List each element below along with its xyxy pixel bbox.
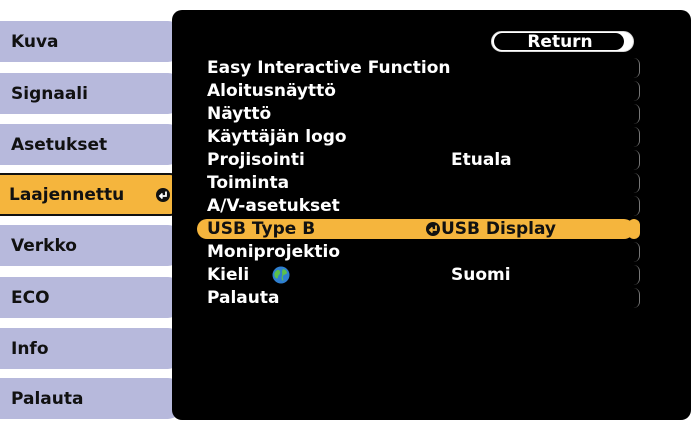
menu-item-av-asetukset[interactable]: A/V-asetukset xyxy=(197,196,640,216)
menu-item-label: Käyttäjän logo xyxy=(207,127,347,147)
tab-label: Verkko xyxy=(11,235,77,256)
enter-icon xyxy=(156,187,170,202)
menu-item-toiminta[interactable]: Toiminta xyxy=(197,173,640,193)
tab-eco[interactable]: ECO xyxy=(0,277,182,318)
menu-item-value: Etuala xyxy=(451,150,512,170)
tab-kuva[interactable]: Kuva xyxy=(0,21,182,62)
menu-item-label: Projisointi xyxy=(207,150,305,170)
menu-item-palauta[interactable]: Palauta xyxy=(197,288,640,308)
menu-item-label: Easy Interactive Function xyxy=(207,58,451,78)
tab-palauta[interactable]: Palauta xyxy=(0,378,182,419)
menu-item-label: Toiminta xyxy=(207,173,290,193)
tab-label: Kuva xyxy=(11,31,59,52)
tab-label: Palauta xyxy=(11,388,84,409)
menu-item-usb-type-b[interactable]: USB Type B USB Display xyxy=(197,219,640,239)
tab-signaali[interactable]: Signaali xyxy=(0,73,182,114)
menu-item-value: USB Display xyxy=(441,219,557,239)
menu-item-label: Kieli xyxy=(207,265,250,285)
enter-icon xyxy=(426,222,440,236)
menu-item-easy-interactive-function[interactable]: Easy Interactive Function xyxy=(197,58,640,78)
return-label: Return xyxy=(527,31,593,52)
tab-label: Laajennettu xyxy=(9,184,125,205)
menu-item-value-wrap: USB Display xyxy=(426,219,556,239)
tab-verkko[interactable]: Verkko xyxy=(0,225,182,266)
tab-asetukset[interactable]: Asetukset xyxy=(0,124,182,165)
menu-item-kieli[interactable]: Kieli Suomi xyxy=(197,265,640,285)
menu-item-kayttajan-logo[interactable]: Käyttäjän logo xyxy=(197,127,640,147)
menu-item-label: USB Type B xyxy=(207,219,316,239)
menu-item-naytto[interactable]: Näyttö xyxy=(197,104,640,124)
menu-item-moniprojektio[interactable]: Moniprojektio xyxy=(197,242,640,262)
tab-label: Asetukset xyxy=(11,134,108,155)
menu-item-label: Moniprojektio xyxy=(207,242,341,262)
menu-item-label: Näyttö xyxy=(207,104,272,124)
globe-icon xyxy=(272,266,290,284)
tab-laajennettu[interactable]: Laajennettu xyxy=(0,173,184,216)
menu-item-value: Suomi xyxy=(451,265,511,285)
menu-item-projisointi[interactable]: Projisointi Etuala xyxy=(197,150,640,170)
tab-info[interactable]: Info xyxy=(0,328,182,369)
menu-item-aloitusnaytto[interactable]: Aloitusnäyttö xyxy=(197,81,640,101)
tab-label: Info xyxy=(11,338,49,359)
tab-label: Signaali xyxy=(11,83,88,104)
menu-item-label: Palauta xyxy=(207,288,280,308)
menu-item-label: Aloitusnäyttö xyxy=(207,81,336,101)
menu-item-label: A/V-asetukset xyxy=(207,196,340,216)
tab-label: ECO xyxy=(11,287,50,308)
